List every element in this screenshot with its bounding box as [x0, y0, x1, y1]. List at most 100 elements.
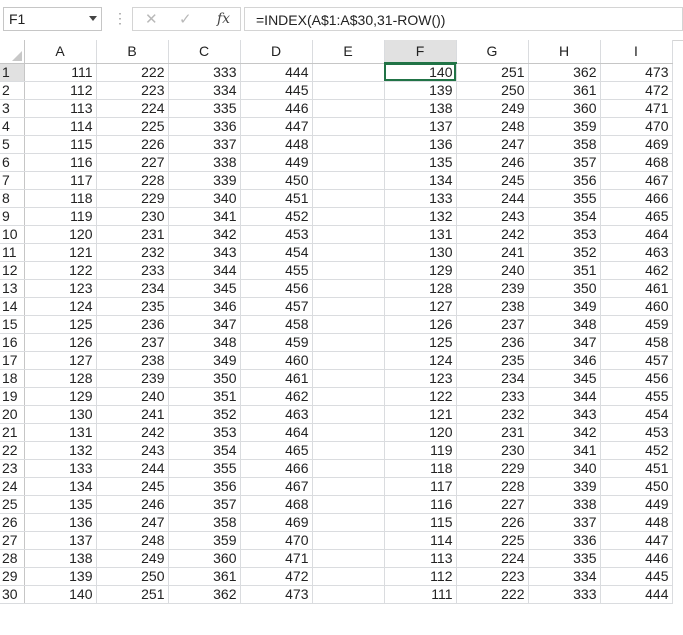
cell-h18[interactable]: 345 [528, 369, 601, 388]
cell-e19[interactable] [312, 387, 385, 406]
cell-i27[interactable]: 447 [600, 531, 673, 550]
cell-a18[interactable]: 128 [24, 369, 97, 388]
cell-h25[interactable]: 338 [528, 495, 601, 514]
cell-h8[interactable]: 355 [528, 189, 601, 208]
cell-d23[interactable]: 466 [240, 459, 313, 478]
cell-f16[interactable]: 125 [384, 333, 457, 352]
cell-f24[interactable]: 117 [384, 477, 457, 496]
row-header[interactable]: 10 [0, 225, 25, 244]
cell-i10[interactable]: 464 [600, 225, 673, 244]
cell-c14[interactable]: 346 [168, 297, 241, 316]
row-header[interactable]: 21 [0, 423, 25, 442]
cell-b14[interactable]: 235 [96, 297, 169, 316]
cell-e14[interactable] [312, 297, 385, 316]
cell-i5[interactable]: 469 [600, 135, 673, 154]
cell-h23[interactable]: 340 [528, 459, 601, 478]
cell-e8[interactable] [312, 189, 385, 208]
row-header[interactable]: 16 [0, 333, 25, 352]
cell-d7[interactable]: 450 [240, 171, 313, 190]
cell-h3[interactable]: 360 [528, 99, 601, 118]
cell-d19[interactable]: 462 [240, 387, 313, 406]
cell-g20[interactable]: 232 [456, 405, 529, 424]
row-header[interactable]: 28 [0, 549, 25, 568]
cell-g29[interactable]: 223 [456, 567, 529, 586]
cell-i14[interactable]: 460 [600, 297, 673, 316]
cell-f26[interactable]: 115 [384, 513, 457, 532]
cell-e28[interactable] [312, 549, 385, 568]
cell-e18[interactable] [312, 369, 385, 388]
cell-h7[interactable]: 356 [528, 171, 601, 190]
cell-d12[interactable]: 455 [240, 261, 313, 280]
cell-e26[interactable] [312, 513, 385, 532]
cell-d18[interactable]: 461 [240, 369, 313, 388]
column-header-g[interactable]: G [456, 40, 529, 64]
cell-b5[interactable]: 226 [96, 135, 169, 154]
row-header[interactable]: 3 [0, 99, 25, 118]
cell-a19[interactable]: 129 [24, 387, 97, 406]
cell-c15[interactable]: 347 [168, 315, 241, 334]
cell-g2[interactable]: 250 [456, 81, 529, 100]
cell-i30[interactable]: 444 [600, 585, 673, 604]
cell-g5[interactable]: 247 [456, 135, 529, 154]
enter-icon[interactable]: ✓ [179, 10, 192, 28]
row-header[interactable]: 29 [0, 567, 25, 586]
row-header[interactable]: 2 [0, 81, 25, 100]
cell-e27[interactable] [312, 531, 385, 550]
cell-f22[interactable]: 119 [384, 441, 457, 460]
cell-a28[interactable]: 138 [24, 549, 97, 568]
cell-c16[interactable]: 348 [168, 333, 241, 352]
cell-b20[interactable]: 241 [96, 405, 169, 424]
cell-b11[interactable]: 232 [96, 243, 169, 262]
cell-i23[interactable]: 451 [600, 459, 673, 478]
cell-b3[interactable]: 224 [96, 99, 169, 118]
cell-b2[interactable]: 223 [96, 81, 169, 100]
cell-a21[interactable]: 131 [24, 423, 97, 442]
cell-h19[interactable]: 344 [528, 387, 601, 406]
cell-f18[interactable]: 123 [384, 369, 457, 388]
cell-d8[interactable]: 451 [240, 189, 313, 208]
cell-a12[interactable]: 122 [24, 261, 97, 280]
cell-c6[interactable]: 338 [168, 153, 241, 172]
column-header-a[interactable]: A [24, 40, 97, 64]
cell-i25[interactable]: 449 [600, 495, 673, 514]
cell-h21[interactable]: 342 [528, 423, 601, 442]
cell-g1[interactable]: 251 [456, 63, 529, 82]
cell-e12[interactable] [312, 261, 385, 280]
cell-f29[interactable]: 112 [384, 567, 457, 586]
cell-c9[interactable]: 341 [168, 207, 241, 226]
cell-f21[interactable]: 120 [384, 423, 457, 442]
cell-i8[interactable]: 466 [600, 189, 673, 208]
cell-b10[interactable]: 231 [96, 225, 169, 244]
cell-f27[interactable]: 114 [384, 531, 457, 550]
cell-c4[interactable]: 336 [168, 117, 241, 136]
cell-i3[interactable]: 471 [600, 99, 673, 118]
cell-e2[interactable] [312, 81, 385, 100]
cell-i20[interactable]: 454 [600, 405, 673, 424]
cell-d21[interactable]: 464 [240, 423, 313, 442]
cell-a11[interactable]: 121 [24, 243, 97, 262]
cell-g6[interactable]: 246 [456, 153, 529, 172]
cell-a26[interactable]: 136 [24, 513, 97, 532]
cell-f6[interactable]: 135 [384, 153, 457, 172]
cell-h27[interactable]: 336 [528, 531, 601, 550]
cell-h9[interactable]: 354 [528, 207, 601, 226]
cell-h15[interactable]: 348 [528, 315, 601, 334]
cell-g18[interactable]: 234 [456, 369, 529, 388]
cell-g3[interactable]: 249 [456, 99, 529, 118]
cell-f15[interactable]: 126 [384, 315, 457, 334]
cell-g9[interactable]: 243 [456, 207, 529, 226]
cell-c10[interactable]: 342 [168, 225, 241, 244]
cell-f17[interactable]: 124 [384, 351, 457, 370]
cell-b22[interactable]: 243 [96, 441, 169, 460]
cell-e25[interactable] [312, 495, 385, 514]
cell-h26[interactable]: 337 [528, 513, 601, 532]
column-header-e[interactable]: E [312, 40, 385, 64]
cell-a25[interactable]: 135 [24, 495, 97, 514]
cell-e22[interactable] [312, 441, 385, 460]
cell-b21[interactable]: 242 [96, 423, 169, 442]
cell-h13[interactable]: 350 [528, 279, 601, 298]
cell-c3[interactable]: 335 [168, 99, 241, 118]
cell-i29[interactable]: 445 [600, 567, 673, 586]
cell-d6[interactable]: 449 [240, 153, 313, 172]
cell-i21[interactable]: 453 [600, 423, 673, 442]
